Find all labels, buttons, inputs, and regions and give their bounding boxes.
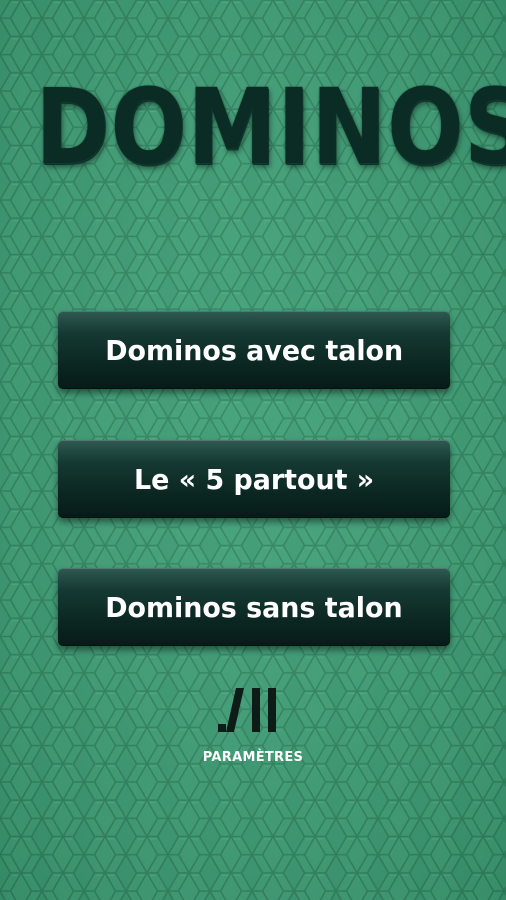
button-label: Dominos avec talon xyxy=(105,333,403,367)
dominos-sans-talon-button[interactable]: Dominos sans talon xyxy=(58,568,450,646)
button-label: Dominos sans talon xyxy=(105,590,403,624)
settings-bars-icon xyxy=(218,688,276,732)
app-title: DOMINOS xyxy=(35,66,506,188)
settings-label: PARAMÈTRES xyxy=(202,750,304,765)
settings-button[interactable]: PARAMÈTRES xyxy=(178,684,328,774)
le-5-partout-button[interactable]: Le « 5 partout » xyxy=(58,440,450,518)
dominos-avec-talon-button[interactable]: Dominos avec talon xyxy=(58,311,450,389)
button-label: Le « 5 partout » xyxy=(133,462,375,496)
